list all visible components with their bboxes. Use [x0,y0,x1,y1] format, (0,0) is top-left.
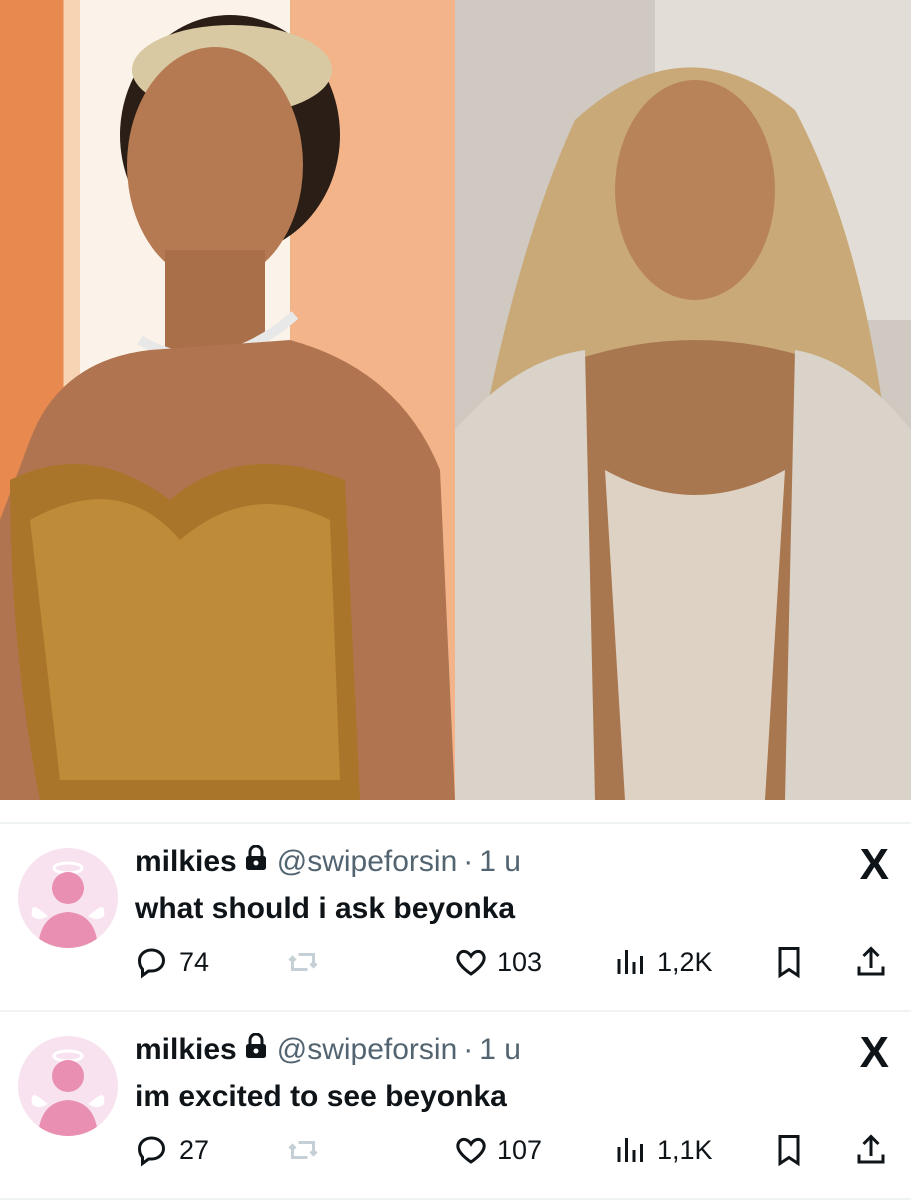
reply-button[interactable]: 74 [135,944,209,980]
reply-count: 27 [179,1134,210,1165]
separator-dot: · [463,845,474,878]
display-name[interactable]: milkies [135,845,237,879]
avatar[interactable] [18,1036,118,1136]
view-count: 1,2K [657,946,713,977]
share-button[interactable] [853,944,889,980]
reply-icon [135,1132,171,1168]
handle[interactable]: @swipeforsin [277,845,458,879]
bookmark-button[interactable] [771,944,807,980]
reply-button[interactable]: 27 [135,1132,209,1168]
bookmark-button[interactable] [771,1132,807,1168]
tweet-header: milkies @swipeforsin · 1 u [135,844,521,880]
retweet-button[interactable] [285,1132,321,1168]
separator-dot: · [463,1033,474,1066]
x-logo-icon: X [859,840,889,889]
reply-count: 74 [179,946,210,977]
views-icon [613,944,649,980]
retweet-icon [285,944,321,980]
heart-icon [453,944,489,980]
action-bar: 27 107 1,1K [135,1132,895,1176]
tweet-card[interactable]: milkies @swipeforsin · 1 u X im excited … [0,1012,911,1200]
photo-right [455,0,911,800]
display-name[interactable]: milkies [135,1033,237,1067]
share-button[interactable] [853,1132,889,1168]
timestamp[interactable]: 1 u [479,845,521,879]
views-icon [613,1132,649,1168]
retweet-icon [285,1132,321,1168]
like-button[interactable]: 107 [453,1132,542,1168]
tweet-header: milkies @swipeforsin · 1 u [135,1032,521,1068]
bookmark-icon [771,1132,807,1168]
view-count: 1,1K [657,1134,713,1165]
share-icon [853,1132,889,1168]
views-button[interactable]: 1,1K [613,1132,713,1168]
share-icon [853,944,889,980]
photo-left [0,0,455,800]
views-button[interactable]: 1,2K [613,944,713,980]
lock-icon [245,1032,267,1067]
tweet-card[interactable]: milkies @swipeforsin · 1 u X what should… [0,824,911,1012]
heart-icon [453,1132,489,1168]
bookmark-icon [771,944,807,980]
tweet-text: what should i ask beyonka [135,892,516,925]
photo-collage [0,0,911,800]
reply-icon [135,944,171,980]
tweet-text: im excited to see beyonka [135,1080,507,1113]
like-count: 103 [497,946,543,977]
like-button[interactable]: 103 [453,944,542,980]
avatar[interactable] [18,848,118,948]
x-logo-icon: X [859,1028,889,1077]
retweet-button[interactable] [285,944,321,980]
timestamp[interactable]: 1 u [479,1033,521,1067]
like-count: 107 [497,1134,543,1165]
handle[interactable]: @swipeforsin [277,1033,458,1067]
lock-icon [245,844,267,879]
action-bar: 74 103 1,2K [135,944,895,988]
